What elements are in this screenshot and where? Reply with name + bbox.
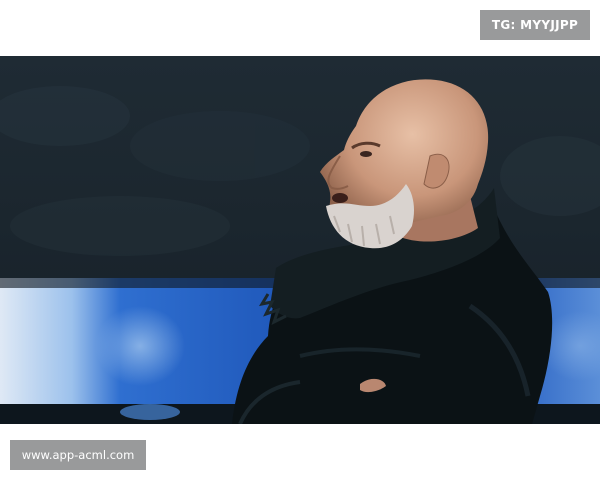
stadium-photo [0,56,600,424]
watermark-tag-top: TG: MYYJJPP [480,10,590,40]
watermark-tag-bottom: www.app-acml.com [10,440,146,470]
